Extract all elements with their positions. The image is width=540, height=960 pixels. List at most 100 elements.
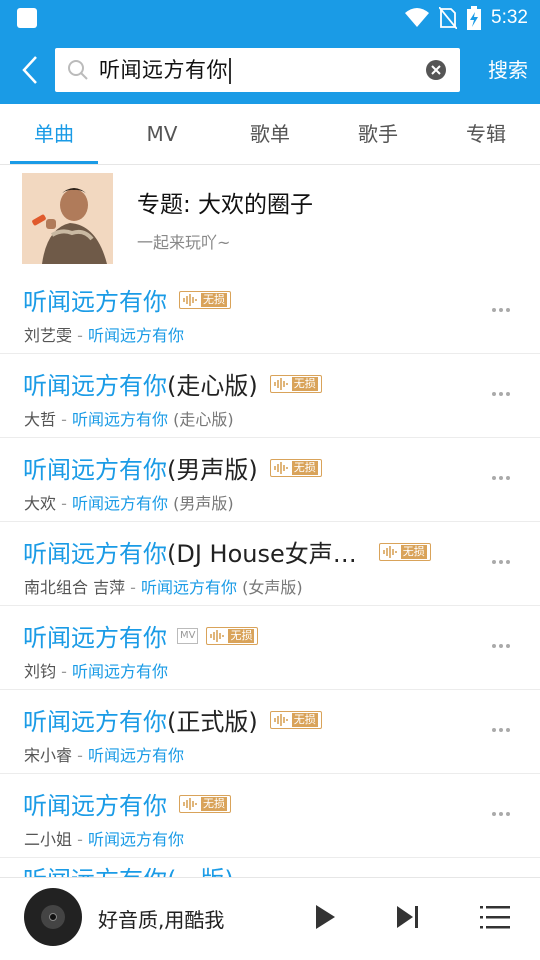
more-options-icon[interactable] [492,810,518,818]
lossless-badge-label: 无损 [400,544,427,559]
sound-wave-icon [273,461,288,474]
song-artist: 大哲 [24,410,57,429]
song-meta: 二小姐 - 听闻远方有你 [24,830,184,849]
clear-icon[interactable] [426,60,446,80]
play-icon[interactable] [314,904,336,930]
song-meta: 宋小睿 - 听闻远方有你 [24,746,184,765]
mini-player[interactable]: 好音质,用酷我 [0,877,540,960]
next-track-icon[interactable] [396,905,420,929]
song-title-match: 听闻远方有你 [23,456,167,484]
lossless-badge-label: 无损 [228,628,255,643]
lossless-badge: 无损 [269,374,322,393]
lossless-badge: 无损 [269,710,322,729]
more-options-icon[interactable] [492,642,518,650]
song-title-match: 听闻远方有你 [23,540,167,568]
wifi-icon [405,8,430,27]
song-album-match: 听闻远方有你 [71,662,168,681]
sound-wave-icon [273,377,288,390]
search-input[interactable]: 听闻远方有你 [99,48,231,92]
tab-artists[interactable]: 歌手 [324,104,432,164]
tab-albums[interactable]: 专辑 [432,104,540,164]
song-title: 听闻远方有你 无损 [23,786,231,821]
song-title-suffix: (走心版) [167,372,258,400]
tab-playlists[interactable]: 歌单 [216,104,324,164]
no-sim-icon [439,7,458,29]
status-time: 5:32 [491,7,528,28]
song-row[interactable]: 听闻远方有你 (正式版) 无损 宋小睿 - 听闻远方有你 [0,690,540,774]
song-title: 听闻远方有你 (走心版) 无损 [23,366,322,401]
lossless-badge: 无损 [269,458,322,477]
search-header: 听闻远方有你 搜索 [0,36,540,104]
back-button[interactable] [10,50,50,90]
song-artist: 刘钧 [24,662,57,681]
text-caret [229,58,231,84]
more-options-icon[interactable] [492,390,518,398]
player-text: 好音质,用酷我 [98,908,225,932]
song-album-match: 听闻远方有你 [87,326,184,345]
search-box[interactable]: 听闻远方有你 [55,48,460,92]
song-album-match: 听闻远方有你 [87,746,184,765]
more-options-icon[interactable] [492,306,518,314]
lossless-badge-label: 无损 [201,796,227,811]
tab-mv[interactable]: MV [108,104,216,164]
song-title: 听闻远方有你 (正式版) 无损 [23,702,322,737]
more-options-icon[interactable] [492,558,518,566]
song-album-match: 听闻远方有你 [71,494,168,513]
song-title-match: 听闻远方有你 [23,708,167,736]
playlist-icon[interactable] [480,905,510,929]
song-album-match: 听闻远方有你 [71,410,168,429]
topic-title: 专题: 大欢的圈子 [137,192,314,218]
mv-badge[interactable]: MV [177,627,199,644]
song-meta: 刘艺雯 - 听闻远方有你 [24,326,184,345]
lossless-badge: 无损 [378,542,431,561]
chevron-left-icon [22,56,37,84]
song-row[interactable]: 听闻远方有你 (DJ House女声… 无损 南北组合 吉萍 - 听闻远方有你 … [0,522,540,606]
search-button[interactable]: 搜索 [488,48,528,92]
song-meta: 刘钧 - 听闻远方有你 [24,662,168,681]
song-row[interactable]: 听闻远方有你 无损 二小姐 - 听闻远方有你 [0,774,540,858]
more-options-icon[interactable] [492,474,518,482]
search-query: 听闻远方有你 [99,58,228,82]
song-title-match: 听闻远方有你 [23,288,167,316]
topic-subtitle: 一起来玩吖~ [137,233,231,252]
song-album-suffix: (走心版) [167,410,234,429]
app-notification-icon [17,8,37,28]
song-album-suffix: (女声版) [237,578,303,597]
topic-image [22,173,113,264]
song-album-match: 听闻远方有你 [141,578,238,597]
song-title-match: 听闻远方有你 [23,792,167,820]
album-disc-icon[interactable] [24,888,82,946]
lossless-badge-label: 无损 [291,460,318,475]
song-title: 听闻远方有你 MV 无损 [23,618,259,653]
lossless-badge: 无损 [206,626,259,645]
song-meta: 南北组合 吉萍 - 听闻远方有你 (女声版) [24,578,303,597]
song-title: 听闻远方有你 (男声版) 无损 [23,450,322,485]
topic-card[interactable]: 专题: 大欢的圈子 一起来玩吖~ [0,165,540,268]
sound-wave-icon [273,713,288,726]
song-row[interactable]: 听闻远方有你 MV 无损 刘钧 - 听闻远方有你 [0,606,540,690]
song-title: 听闻远方有你 (DJ House女声… 无损 [23,534,431,569]
sound-wave-icon [183,797,197,810]
song-artist: 二小姐 [24,830,73,849]
song-meta: 大哲 - 听闻远方有你 (走心版) [24,410,234,429]
search-icon [68,60,88,80]
song-artist: 南北组合 吉萍 [24,578,126,597]
song-title-suffix: (男声版) [167,456,258,484]
song-title-match: 听闻远方有你 [23,372,167,400]
song-title-suffix: (正式版) [167,708,258,736]
more-options-icon[interactable] [492,726,518,734]
tab-songs[interactable]: 单曲 [0,104,108,164]
song-artist: 宋小睿 [24,746,73,765]
song-meta: 大欢 - 听闻远方有你 (男声版) [24,494,234,513]
song-row[interactable]: 听闻远方有你 (走心版) 无损 大哲 - 听闻远方有你 (走心版) [0,354,540,438]
song-title-suffix: (DJ House女声… [167,540,357,568]
lossless-badge-label: 无损 [291,712,318,727]
status-bar: 5:32 [0,0,540,36]
song-title-match: 听闻远方有你 [23,624,167,652]
song-artist: 大欢 [24,494,57,513]
song-row[interactable]: 听闻远方有你 无损 刘艺雯 - 听闻远方有你 [0,270,540,354]
song-row[interactable]: 听闻远方有你 (男声版) 无损 大欢 - 听闻远方有你 (男声版) [0,438,540,522]
lossless-badge: 无损 [179,794,231,813]
lossless-badge-label: 无损 [291,376,318,391]
sound-wave-icon [183,293,197,306]
